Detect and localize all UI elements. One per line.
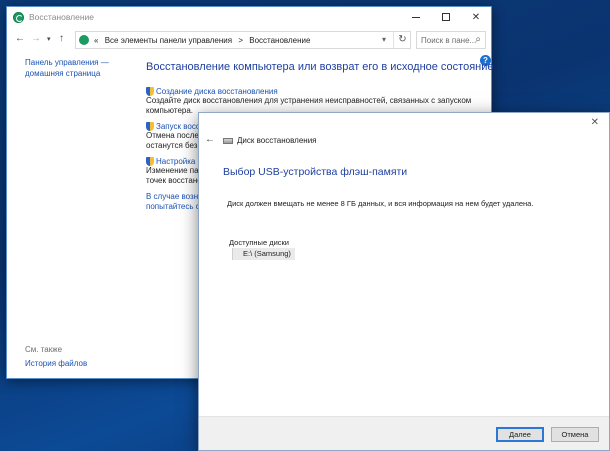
dialog-message: Диск должен вмещать не менее 8 ГБ данных… xyxy=(227,199,534,208)
refresh-icon: ↻ xyxy=(398,34,407,45)
control-panel-icon xyxy=(79,35,89,45)
uac-shield-icon xyxy=(146,87,154,96)
control-panel-home-link[interactable]: Панель управления — домашняя страница xyxy=(25,57,135,79)
drive-list[interactable]: E:\ (Samsung) xyxy=(232,247,302,261)
refresh-button[interactable]: ↻ xyxy=(393,32,411,48)
forward-icon[interactable]: → xyxy=(31,33,41,44)
close-icon: ✕ xyxy=(471,11,481,23)
chevron-down-icon[interactable]: ▾ xyxy=(382,35,386,44)
recovery-app-icon xyxy=(13,12,24,23)
dialog-title: Диск восстановления xyxy=(237,136,317,145)
dialog-footer: Далее Отмена xyxy=(199,416,609,450)
drive-icon xyxy=(223,138,233,144)
address-bar-row: ← → ▾ ↑ « Все элементы панели управления… xyxy=(7,27,491,53)
breadcrumb-all-items[interactable]: Все элементы панели управления xyxy=(105,36,232,45)
maximize-button[interactable] xyxy=(431,7,461,27)
page-title: Восстановление компьютера или возврат ег… xyxy=(146,61,494,73)
close-button[interactable]: ✕ xyxy=(461,7,491,27)
available-drives-label: Доступные диски xyxy=(229,238,289,247)
up-icon[interactable]: ↑ xyxy=(59,33,64,44)
title-bar[interactable]: Восстановление ✕ xyxy=(7,7,491,27)
uac-shield-icon xyxy=(146,157,154,166)
breadcrumb: « Все элементы панели управления > Восст… xyxy=(94,36,314,45)
close-icon[interactable]: ✕ xyxy=(591,117,599,128)
recent-locations-icon[interactable]: ▾ xyxy=(47,35,51,43)
next-button[interactable]: Далее xyxy=(496,427,544,442)
left-pane: Панель управления — домашняя страница xyxy=(25,57,135,79)
maximize-icon xyxy=(442,13,450,21)
search-icon: ⌕ xyxy=(475,34,481,45)
see-also-label: См. также xyxy=(25,345,63,354)
search-placeholder: Поиск в пане... xyxy=(421,36,477,45)
back-icon[interactable]: ← xyxy=(205,134,215,145)
window-title: Восстановление xyxy=(29,12,95,22)
address-field[interactable]: « Все элементы панели управления > Восст… xyxy=(75,31,411,49)
recovery-drive-dialog: ✕ ← Диск восстановления Выбор USB-устрой… xyxy=(198,112,610,451)
list-item[interactable]: E:\ (Samsung) xyxy=(232,248,295,260)
minimize-icon xyxy=(412,16,420,18)
minimize-button[interactable] xyxy=(401,7,431,27)
back-icon[interactable]: ← xyxy=(15,33,25,44)
file-history-link[interactable]: История файлов xyxy=(25,359,87,368)
breadcrumb-separator: > xyxy=(238,36,244,45)
search-input[interactable]: Поиск в пане... ⌕ xyxy=(416,31,486,49)
breadcrumb-overflow[interactable]: « xyxy=(94,36,98,45)
dialog-heading: Выбор USB-устройства флэш-памяти xyxy=(223,166,408,178)
task-link-label: Создание диска восстановления xyxy=(156,87,278,96)
create-recovery-drive-link[interactable]: Создание диска восстановления xyxy=(146,87,486,96)
breadcrumb-recovery[interactable]: Восстановление xyxy=(249,36,310,45)
cancel-button[interactable]: Отмена xyxy=(551,427,599,442)
uac-shield-icon xyxy=(146,122,154,131)
